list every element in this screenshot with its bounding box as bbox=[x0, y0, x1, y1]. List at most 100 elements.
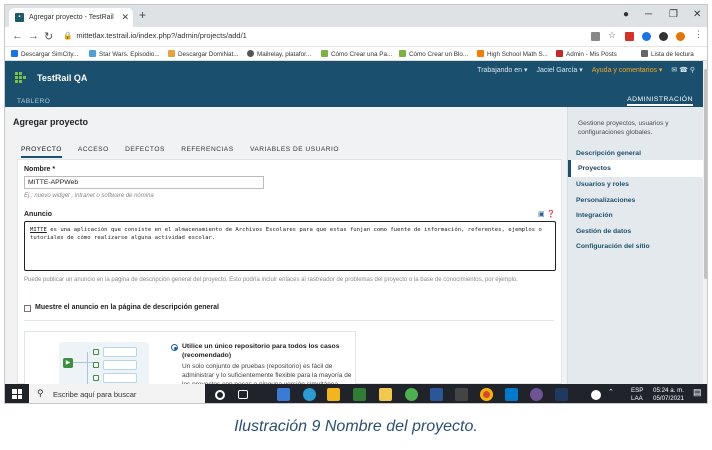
repository-option-description: Un solo conjunto de pruebas (repositorio… bbox=[182, 363, 352, 384]
divider bbox=[24, 320, 554, 321]
taskbar-search-box[interactable]: ⚲ Escribe aquí para buscar bbox=[29, 384, 205, 403]
tab-references[interactable]: REFERENCIAS bbox=[181, 146, 233, 156]
sidebar-item-users-roles[interactable]: Usuarios y roles bbox=[576, 181, 629, 188]
announce-label: Anuncio bbox=[24, 211, 52, 218]
store-icon[interactable] bbox=[327, 388, 340, 401]
tray-chevron-icon[interactable]: ⌃ bbox=[608, 388, 621, 401]
scrollbar-thumb[interactable] bbox=[704, 69, 707, 279]
forward-icon[interactable]: → bbox=[28, 30, 39, 42]
required-marker: * bbox=[52, 166, 56, 173]
testrail-favicon-icon: ▪ bbox=[15, 13, 24, 22]
tab-user-variables[interactable]: VARIABLES DE USUARIO bbox=[250, 146, 339, 156]
testrail-logo-icon bbox=[15, 72, 26, 83]
header-icons[interactable]: ✉ ☎ ⚲ bbox=[671, 67, 695, 74]
extension-icon[interactable] bbox=[659, 32, 668, 41]
taskbar-clock[interactable]: 05:24 a. m. 05/07/2021 bbox=[653, 387, 684, 403]
bookmark-item[interactable]: Descargar DomiNat... bbox=[168, 50, 239, 58]
bookmark-item[interactable]: Cómo Crear un Blo... bbox=[399, 50, 468, 58]
cortana-icon[interactable] bbox=[215, 390, 225, 400]
maximize-icon[interactable]: ❐ bbox=[669, 9, 678, 20]
sidebar-item-customizations[interactable]: Personalizaciones bbox=[576, 197, 635, 204]
single-repository-radio[interactable] bbox=[171, 344, 178, 351]
word-icon[interactable] bbox=[430, 388, 443, 401]
repository-option-card[interactable]: ▶ Utilice un único repositorio para todo… bbox=[24, 331, 356, 384]
show-announcement-checkbox[interactable] bbox=[24, 305, 31, 312]
editor-toolbar: ▣ ❓ bbox=[538, 210, 555, 218]
sidebar-item-integration[interactable]: Integración bbox=[576, 212, 613, 219]
star-bookmark-icon[interactable]: ☆ bbox=[608, 30, 617, 40]
sidebar-item-site-settings[interactable]: Configuración del sitio bbox=[576, 243, 650, 250]
minimize-icon[interactable]: ─ bbox=[645, 9, 652, 20]
windows-start-icon[interactable] bbox=[12, 389, 22, 399]
sidebar-item-projects[interactable]: Proyectos bbox=[578, 165, 611, 172]
task-view-icon[interactable] bbox=[238, 390, 248, 399]
show-announcement-label: Muestre el anuncio en la página de descr… bbox=[35, 304, 219, 311]
user-menu[interactable]: Jaciel García ▾ bbox=[536, 67, 582, 74]
vscode-icon[interactable] bbox=[505, 388, 518, 401]
chrome-icon[interactable] bbox=[480, 388, 493, 401]
notifications-icon[interactable]: ▤ bbox=[693, 387, 706, 400]
form-tabs: PROYECTO ACCESO DEFECTOS REFERENCIAS VAR… bbox=[21, 146, 353, 158]
app-icon[interactable] bbox=[405, 388, 418, 401]
bookmark-item[interactable]: Descargar SimCity... bbox=[11, 50, 78, 58]
bookmark-item[interactable]: Cómo Crear una Pa... bbox=[321, 50, 392, 58]
extension-icon[interactable] bbox=[642, 32, 651, 41]
avatar[interactable] bbox=[676, 32, 685, 41]
close-window-icon[interactable]: ✕ bbox=[693, 9, 701, 20]
extension-icon[interactable] bbox=[625, 32, 634, 41]
bookmarks-bar: Descargar SimCity... Star Wars. Episodio… bbox=[5, 47, 707, 61]
app-icon[interactable] bbox=[555, 388, 568, 401]
dropbox-icon[interactable] bbox=[277, 388, 290, 401]
image-icon[interactable]: ▣ bbox=[538, 211, 545, 218]
file-explorer-icon[interactable] bbox=[379, 388, 392, 401]
menu-kebab-icon[interactable]: ⋮ bbox=[694, 29, 703, 39]
address-bar-row: ← → ↻ 🔒 mittetlax.testrail.io/index.php?/… bbox=[5, 27, 707, 47]
working-on-menu[interactable]: Trabajando en ▾ bbox=[477, 67, 527, 74]
tab-defects[interactable]: DEFECTOS bbox=[125, 146, 165, 156]
single-repository-illustration: ▶ bbox=[59, 342, 149, 384]
app-header: TestRail QA Trabajando en ▾ Jaciel Garcí… bbox=[5, 61, 703, 107]
close-tab-icon[interactable]: ✕ bbox=[121, 12, 129, 23]
app-icon[interactable] bbox=[353, 388, 366, 401]
lock-icon: 🔒 bbox=[63, 31, 73, 40]
bookmark-item[interactable]: Admin - Mis Posts bbox=[556, 50, 617, 58]
terminal-icon[interactable] bbox=[455, 388, 468, 401]
name-label: Nombre * bbox=[24, 166, 56, 173]
announcement-textarea[interactable]: MITTE es una aplicación que consiste en … bbox=[24, 221, 556, 271]
sidebar-description: Gestione proyectos, usuarios y configura… bbox=[578, 120, 669, 136]
windows-taskbar: ⚲ Escribe aquí para buscar ⌃ ESP LAA 05:2… bbox=[5, 384, 707, 403]
bookmark-item[interactable]: Star Wars. Episodio... bbox=[89, 50, 160, 58]
project-form: Nombre * MITTE-APPWeb Ej.: nuevo widget … bbox=[17, 159, 562, 384]
github-icon[interactable] bbox=[530, 388, 543, 401]
bookmark-item[interactable]: High School Math S... bbox=[477, 50, 548, 58]
reload-icon[interactable]: ↻ bbox=[44, 30, 53, 43]
tab-project[interactable]: PROYECTO bbox=[21, 146, 62, 158]
help-tray-icon[interactable] bbox=[591, 390, 601, 400]
name-hint: Ej.: nuevo widget , intranet o software … bbox=[24, 193, 154, 199]
edge-icon[interactable] bbox=[303, 388, 316, 401]
help-menu[interactable]: Ayuda y comentarios ▾ bbox=[592, 67, 663, 74]
announcement-help-text: Puede publicar un anuncio en la página d… bbox=[24, 277, 518, 283]
help-icon[interactable]: ❓ bbox=[547, 211, 556, 218]
play-icon: ▶ bbox=[63, 358, 73, 368]
page-scrollbar[interactable] bbox=[703, 61, 707, 384]
sidebar-item-overview[interactable]: Descripción general bbox=[576, 150, 641, 157]
project-name-input[interactable]: MITTE-APPWeb bbox=[24, 176, 264, 189]
reading-list[interactable]: Lista de lectura bbox=[641, 50, 694, 58]
back-icon[interactable]: ← bbox=[12, 30, 23, 42]
profile-icon[interactable]: ● bbox=[623, 9, 629, 20]
sidebar-item-data-management[interactable]: Gestión de datos bbox=[576, 228, 631, 235]
dashboard-link[interactable]: TABLERO bbox=[17, 98, 50, 105]
taskbar-search-placeholder: Escribe aquí para buscar bbox=[53, 390, 137, 399]
browser-tab-bar: ▪ Agregar proyecto - TestRail ✕ + ● ─ ❐ … bbox=[5, 5, 707, 27]
tab-access[interactable]: ACCESO bbox=[78, 146, 109, 156]
new-tab-icon[interactable]: + bbox=[139, 8, 146, 22]
tab-title: Agregar proyecto - TestRail bbox=[29, 14, 114, 21]
translate-icon[interactable] bbox=[591, 32, 600, 41]
app-brand: TestRail QA bbox=[37, 73, 88, 83]
url-field[interactable]: 🔒 mittetlax.testrail.io/index.php?/admin/… bbox=[63, 31, 247, 40]
browser-tab[interactable]: ▪ Agregar proyecto - TestRail ✕ bbox=[9, 8, 133, 27]
administration-link[interactable]: ADMINISTRACIÓN bbox=[627, 96, 693, 106]
bookmark-item[interactable]: Mailrelay, platafor... bbox=[247, 50, 311, 58]
language-indicator[interactable]: ESP LAA bbox=[631, 387, 643, 403]
